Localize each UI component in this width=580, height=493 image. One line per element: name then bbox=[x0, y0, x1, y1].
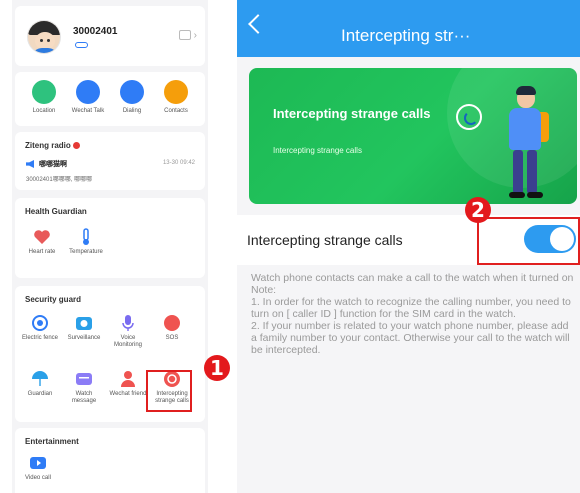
guardian-button[interactable]: Guardian bbox=[19, 370, 61, 398]
qr-code-icon bbox=[178, 30, 191, 41]
heart-icon bbox=[33, 228, 51, 246]
banner-subtitle: Intercepting strange calls bbox=[273, 146, 362, 155]
radio-message: 30002401哪哪哪, 哪哪哪 bbox=[26, 177, 93, 183]
highlight-box-1 bbox=[146, 370, 192, 412]
feature-banner: Intercepting strange calls Intercepting … bbox=[249, 68, 577, 204]
step-badge-2: 2 bbox=[465, 197, 491, 223]
wechat-friend-button[interactable]: Wechat friend bbox=[107, 370, 149, 398]
person-illustration bbox=[499, 86, 559, 204]
heart-rate-button[interactable]: Heart rate bbox=[21, 228, 63, 256]
profile-card[interactable]: 30002401 › bbox=[15, 6, 205, 66]
home-screen: 30002401 › Location Wechat Talk Dialing … bbox=[12, 0, 208, 493]
notification-dot bbox=[72, 142, 80, 150]
health-guardian-card: Health Guardian Heart rate Temperature bbox=[15, 198, 205, 278]
description-line: Watch phone contacts can make a call to … bbox=[251, 272, 574, 284]
dialing-button[interactable]: Dialing bbox=[111, 80, 153, 114]
radio-sender: 哪哪猫啊 bbox=[39, 161, 67, 168]
avatar[interactable] bbox=[27, 20, 61, 54]
friend-icon bbox=[119, 370, 137, 388]
settings-screen: Intercepting str··· Intercepting strange… bbox=[237, 0, 580, 493]
intercept-toggle[interactable] bbox=[524, 225, 576, 253]
voice-monitoring-button[interactable]: Voice Monitoring bbox=[107, 314, 149, 349]
electric-fence-button[interactable]: Electric fence bbox=[19, 314, 61, 342]
location-button[interactable]: Location bbox=[23, 80, 65, 114]
thermometer-icon bbox=[77, 228, 95, 246]
contacts-button[interactable]: Contacts bbox=[155, 80, 197, 114]
radio-card[interactable]: Ziteng radio 哪哪猫啊 13-30 09:42 30002401哪哪… bbox=[15, 132, 205, 190]
speaker-icon bbox=[26, 160, 34, 168]
radio-title: Ziteng radio bbox=[25, 141, 80, 150]
sos-button[interactable]: SOS bbox=[151, 314, 193, 342]
battery-icon bbox=[75, 42, 88, 48]
radio-time: 13-30 09:42 bbox=[162, 160, 195, 166]
nav-bar: Intercepting str··· bbox=[237, 0, 580, 57]
temperature-button[interactable]: Temperature bbox=[65, 228, 107, 256]
description: Watch phone contacts can make a call to … bbox=[251, 272, 577, 356]
security-title: Security guard bbox=[25, 295, 82, 304]
quick-actions: Location Wechat Talk Dialing Contacts bbox=[15, 72, 205, 126]
camera-icon bbox=[75, 314, 93, 332]
back-arrow-icon[interactable] bbox=[248, 14, 268, 34]
dial-icon bbox=[120, 80, 144, 104]
surveillance-button[interactable]: Surveillance bbox=[63, 314, 105, 342]
fence-icon bbox=[31, 314, 49, 332]
watch-message-button[interactable]: Watch message bbox=[63, 370, 105, 405]
chat-icon bbox=[76, 80, 100, 104]
step-badge-1: 1 bbox=[204, 355, 230, 381]
page-title: Intercepting str··· bbox=[341, 26, 471, 45]
setting-row: Intercepting strange calls bbox=[237, 215, 580, 265]
toggle-knob bbox=[550, 227, 574, 251]
entertainment-title: Entertainment bbox=[25, 437, 79, 446]
contacts-icon bbox=[164, 80, 188, 104]
device-id: 30002401 bbox=[73, 26, 118, 37]
umbrella-icon bbox=[31, 370, 49, 388]
banner-title: Intercepting strange calls bbox=[273, 106, 431, 121]
sos-icon bbox=[163, 314, 181, 332]
microphone-icon bbox=[119, 314, 137, 332]
qr-code-button[interactable]: › bbox=[178, 30, 197, 41]
video-call-icon bbox=[29, 454, 47, 472]
entertainment-card: Entertainment Video call bbox=[15, 428, 205, 493]
description-note: Note: bbox=[251, 284, 277, 296]
health-title: Health Guardian bbox=[25, 207, 87, 216]
location-icon bbox=[32, 80, 56, 104]
video-call-button[interactable]: Video call bbox=[17, 454, 59, 482]
message-icon bbox=[75, 370, 93, 388]
setting-label: Intercepting strange calls bbox=[247, 232, 403, 248]
phone-icon bbox=[456, 104, 482, 130]
description-line: 2. If your number is related to your wat… bbox=[251, 320, 570, 356]
wechat-talk-button[interactable]: Wechat Talk bbox=[67, 80, 109, 114]
description-line: 1. In order for the watch to recognize t… bbox=[251, 296, 571, 320]
